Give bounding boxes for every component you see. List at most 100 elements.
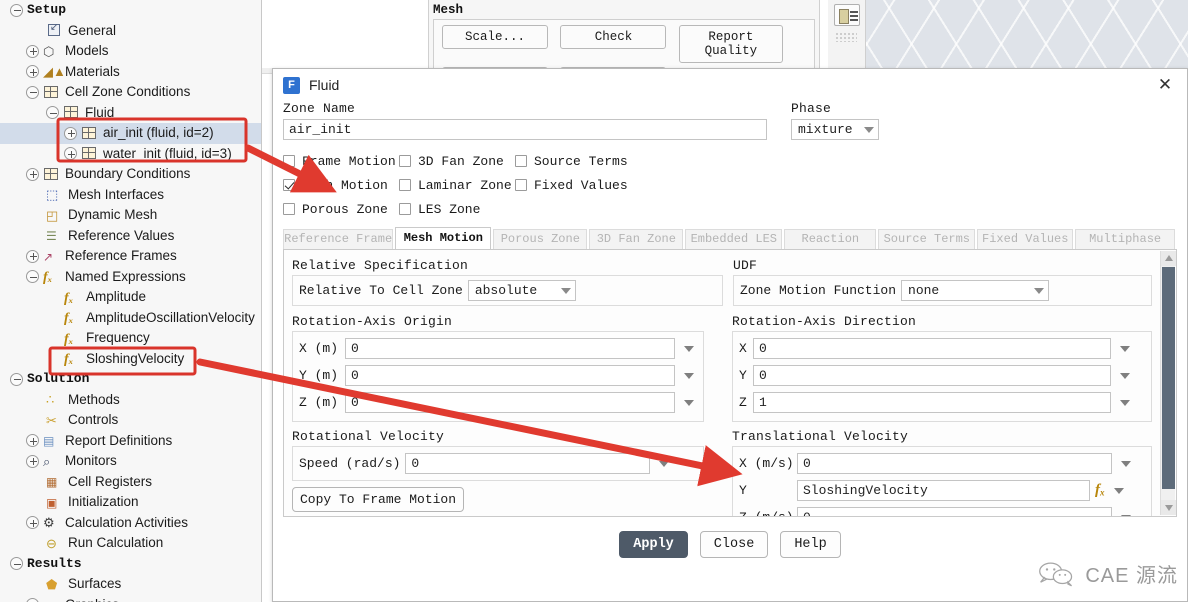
collapse-icon[interactable] <box>46 106 59 120</box>
tree-item-calculation-activities[interactable]: ⚙ Calculation Activities <box>0 513 261 534</box>
tree-item-fluid[interactable]: Fluid <box>0 103 261 124</box>
tree-item-amplitude[interactable]: fₓ Amplitude <box>0 287 261 308</box>
rotation-axis-direction-input[interactable]: 0 <box>753 365 1111 386</box>
tree-item-methods[interactable]: ∴ Methods <box>0 390 261 411</box>
tree-item-materials[interactable]: ◢▲ Materials <box>0 62 261 83</box>
speed-input[interactable]: 0 <box>405 453 651 474</box>
pane-scrollbar[interactable] <box>1160 251 1176 515</box>
tree-item-general[interactable]: General <box>0 21 261 42</box>
tree-item-dynamic-mesh[interactable]: ◰ Dynamic Mesh <box>0 205 261 226</box>
checkbox-box[interactable] <box>399 203 411 215</box>
tab-reference-frame[interactable]: Reference Frame <box>283 229 394 249</box>
collapse-icon[interactable] <box>10 3 23 17</box>
tree-item-solution[interactable]: Solution <box>0 369 261 390</box>
tab-multiphase[interactable]: Multiphase <box>1075 229 1175 249</box>
checkbox-box[interactable] <box>283 179 295 191</box>
tree-item-setup[interactable]: Setup <box>0 0 261 21</box>
rotation-axis-origin-input[interactable]: 0 <box>345 365 675 386</box>
chevron-down-icon[interactable] <box>659 460 670 467</box>
tree-item-boundary-conditions[interactable]: Boundary Conditions <box>0 164 261 185</box>
chevron-down-icon[interactable] <box>1120 372 1130 379</box>
translational-velocity-input[interactable]: SloshingVelocity <box>797 480 1090 501</box>
checkbox-laminar-zone[interactable]: Laminar Zone <box>399 173 515 197</box>
tree-item-mesh-interfaces[interactable]: ⬚ Mesh Interfaces <box>0 185 261 206</box>
checkbox-3d-fan-zone[interactable]: 3D Fan Zone <box>399 149 515 173</box>
tab-porous-zone[interactable]: Porous Zone <box>493 229 588 249</box>
tree-item-graphics[interactable]: ◕ Graphics <box>0 595 261 602</box>
tree-item-frequency[interactable]: fₓ Frequency <box>0 328 261 349</box>
tree-item-surfaces[interactable]: ⬟ Surfaces <box>0 574 261 595</box>
apply-button[interactable]: Apply <box>619 531 688 558</box>
chevron-down-icon[interactable] <box>684 345 694 352</box>
check-button[interactable]: Check <box>560 25 667 49</box>
tree-item-run-calculation[interactable]: ⊖ Run Calculation <box>0 533 261 554</box>
tree-item-reference-frames[interactable]: ↗ Reference Frames <box>0 246 261 267</box>
expand-icon[interactable] <box>26 44 39 58</box>
collapse-icon[interactable] <box>10 372 23 386</box>
tab-3d-fan-zone[interactable]: 3D Fan Zone <box>589 229 684 249</box>
tree-item-models[interactable]: ⬡ Models <box>0 41 261 62</box>
collapse-icon[interactable] <box>26 85 39 99</box>
tree-item-air-init-fluid-id-2[interactable]: air_init (fluid, id=2) <box>0 123 261 144</box>
scale-button[interactable]: Scale... <box>442 25 548 49</box>
tree-item-water-init-fluid-id-3[interactable]: water_init (fluid, id=3) <box>0 144 261 165</box>
tree-item-named-expressions[interactable]: fₓ Named Expressions <box>0 267 261 288</box>
tab-embedded-les[interactable]: Embedded LES <box>685 229 783 249</box>
checkbox-box[interactable] <box>283 203 295 215</box>
tree-item-report-definitions[interactable]: ▤ Report Definitions <box>0 431 261 452</box>
tab-mesh-motion[interactable]: Mesh Motion <box>395 227 492 249</box>
expand-icon[interactable] <box>26 167 39 181</box>
checkbox-porous-zone[interactable]: Porous Zone <box>283 197 399 221</box>
checkbox-box[interactable] <box>283 155 295 167</box>
relative-to-cell-zone-select[interactable]: absolute <box>467 280 576 301</box>
tab-source-terms[interactable]: Source Terms <box>878 229 976 249</box>
rotation-axis-direction-input[interactable]: 0 <box>753 338 1111 359</box>
tree-item-amplitudeoscillationvelocity[interactable]: fₓ AmplitudeOscillationVelocity <box>0 308 261 329</box>
checkbox-frame-motion[interactable]: Frame Motion <box>283 149 399 173</box>
tree-item-monitors[interactable]: ⌕ Monitors <box>0 451 261 472</box>
chevron-down-icon[interactable] <box>1121 514 1131 516</box>
tree-item-results[interactable]: Results <box>0 554 261 575</box>
tab-strip[interactable]: Reference Frame Mesh Motion Porous Zone 3D … <box>283 227 1177 249</box>
tab-reaction[interactable]: Reaction <box>784 229 877 249</box>
chevron-down-icon[interactable] <box>1114 487 1125 494</box>
chevron-down-icon[interactable] <box>1120 345 1130 352</box>
tree-item-sloshingvelocity[interactable]: fₓ SloshingVelocity <box>0 349 261 370</box>
copy-to-frame-motion-button[interactable]: Copy To Frame Motion <box>292 487 465 512</box>
zone-name-input[interactable]: air_init <box>283 119 767 140</box>
colormap-icon[interactable] <box>834 4 860 26</box>
outline-tree-panel[interactable]: SetupGeneral⬡Models◢▲MaterialsCell Zone … <box>0 0 262 602</box>
translational-velocity-input[interactable]: 0 <box>797 453 1112 474</box>
tree-item-controls[interactable]: ✂ Controls <box>0 410 261 431</box>
grab-handle-icon[interactable] <box>835 32 857 42</box>
expand-icon[interactable] <box>26 249 39 263</box>
translational-velocity-input[interactable]: 0 <box>797 507 1112 516</box>
checkbox-box[interactable] <box>399 179 411 191</box>
dialog-titlebar[interactable]: F Fluid ✕ <box>273 69 1187 101</box>
tree-item-cell-zone-conditions[interactable]: Cell Zone Conditions <box>0 82 261 103</box>
checkbox-box[interactable] <box>515 179 527 191</box>
rotation-axis-origin-input[interactable]: 0 <box>345 338 675 359</box>
scroll-up-icon[interactable] <box>1161 251 1176 266</box>
expand-icon[interactable] <box>26 65 39 79</box>
expand-icon[interactable] <box>26 598 39 602</box>
collapse-icon[interactable] <box>26 270 39 284</box>
close-icon[interactable]: ✕ <box>1143 69 1187 101</box>
chevron-down-icon[interactable] <box>1120 399 1130 406</box>
checkbox-box[interactable] <box>515 155 527 167</box>
expression-function-icon[interactable]: fₓ <box>1095 482 1105 499</box>
zone-motion-function-select[interactable]: none <box>901 280 1050 301</box>
collapse-icon[interactable] <box>10 557 23 571</box>
tree-item-reference-values[interactable]: ☰ Reference Values <box>0 226 261 247</box>
close-button[interactable]: Close <box>699 531 769 558</box>
checkbox-fixed-values[interactable]: Fixed Values <box>515 173 1177 197</box>
rotation-axis-origin-input[interactable]: 0 <box>345 392 675 413</box>
chevron-down-icon[interactable] <box>684 372 694 379</box>
checkbox-les-zone[interactable]: LES Zone <box>399 197 515 221</box>
outline-tree-list[interactable]: SetupGeneral⬡Models◢▲MaterialsCell Zone … <box>0 0 261 602</box>
help-button[interactable]: Help <box>780 531 841 558</box>
checkbox-box[interactable] <box>399 155 411 167</box>
checkbox-source-terms[interactable]: Source Terms <box>515 149 1177 173</box>
expand-icon[interactable] <box>64 126 77 140</box>
expand-icon[interactable] <box>26 434 39 448</box>
